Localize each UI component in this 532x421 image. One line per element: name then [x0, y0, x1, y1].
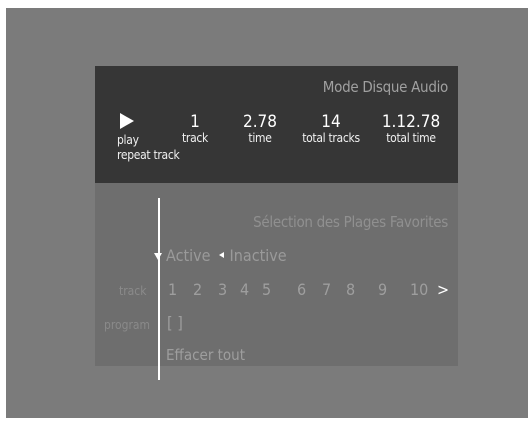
play-label: play: [117, 133, 139, 147]
track-row-label: track: [119, 284, 147, 298]
program-slot[interactable]: [ ]: [167, 313, 183, 332]
status-panel: Mode Disque Audio play repeat track 1 tr…: [95, 66, 458, 183]
track-number[interactable]: 10: [410, 280, 428, 299]
track-display: 1 track: [180, 113, 210, 145]
repeat-label: repeat track: [117, 148, 180, 162]
track-number[interactable]: 9: [378, 280, 387, 299]
play-icon[interactable]: [120, 113, 134, 129]
cursor-arrow-down-icon: [154, 253, 162, 260]
clear-all-button[interactable]: Effacer tout: [166, 346, 245, 364]
track-number[interactable]: 7: [322, 280, 331, 299]
track-value: 1: [190, 112, 200, 132]
next-page-button[interactable]: >: [437, 280, 449, 299]
track-label: track: [182, 131, 208, 145]
favorites-panel: Sélection des Plages Favorites: [95, 183, 458, 366]
track-number[interactable]: 2: [193, 280, 202, 299]
active-option[interactable]: Active: [166, 246, 211, 265]
track-number[interactable]: 1: [168, 280, 177, 299]
favorites-title: Sélection des Plages Favorites: [253, 213, 448, 231]
track-number[interactable]: 3: [218, 280, 227, 299]
total-tracks-label: total tracks: [302, 131, 360, 145]
inactive-option[interactable]: Inactive: [230, 246, 287, 265]
time-value: 2.78: [242, 112, 278, 132]
total-time-value: 1.12.78: [381, 112, 441, 132]
time-label: time: [248, 131, 272, 145]
mode-title: Mode Disque Audio: [322, 78, 449, 96]
total-tracks-display: 14 total tracks: [300, 113, 362, 145]
track-number[interactable]: 4: [240, 280, 249, 299]
total-time-display: 1.12.78 total time: [381, 113, 441, 145]
arrow-left-icon: [218, 252, 224, 258]
cursor-line: [158, 198, 160, 380]
track-number[interactable]: 8: [346, 280, 355, 299]
total-time-label: total time: [386, 131, 436, 145]
active-inactive-toggle[interactable]: Active Inactive: [166, 246, 287, 265]
track-number[interactable]: 6: [297, 280, 306, 299]
total-tracks-value: 14: [321, 112, 341, 132]
track-number[interactable]: 5: [262, 280, 271, 299]
program-row-label: program: [104, 318, 151, 332]
time-display: 2.78 time: [240, 113, 280, 145]
